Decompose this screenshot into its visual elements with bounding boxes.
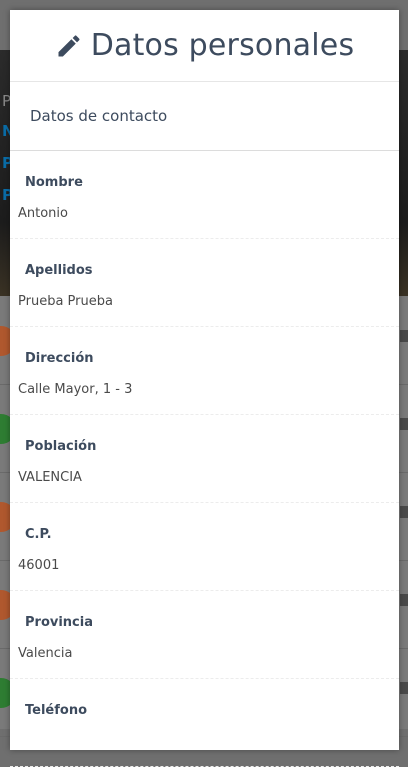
field-label: Apellidos xyxy=(25,263,93,278)
field-cp: C.P. 46001 xyxy=(10,503,399,591)
field-value: Valencia xyxy=(18,646,73,661)
field-provincia: Provincia Valencia xyxy=(10,591,399,679)
field-value: Antonio xyxy=(18,206,68,221)
modal-title: Datos personales xyxy=(90,28,355,63)
field-label: C.P. xyxy=(25,527,52,542)
field-label: Nombre xyxy=(25,175,83,190)
field-direccion: Dirección Calle Mayor, 1 - 3 xyxy=(10,327,399,415)
personal-data-modal: Datos personales Datos de contacto Nombr… xyxy=(10,10,399,767)
field-poblacion: Población VALENCIA xyxy=(10,415,399,503)
field-label: Dirección xyxy=(25,351,94,366)
field-label: Provincia xyxy=(25,615,93,630)
field-telefono: Teléfono xyxy=(10,679,399,767)
field-label: Teléfono xyxy=(25,703,88,718)
modal-header: Datos personales xyxy=(10,10,399,82)
field-value: VALENCIA xyxy=(18,470,82,485)
field-nombre: Nombre Antonio xyxy=(10,151,399,239)
field-label: Población xyxy=(25,439,97,454)
field-value: Calle Mayor, 1 - 3 xyxy=(18,382,133,397)
field-value: Prueba Prueba xyxy=(18,294,113,309)
field-apellidos: Apellidos Prueba Prueba xyxy=(10,239,399,327)
section-title: Datos de contacto xyxy=(10,82,399,151)
field-value: 46001 xyxy=(18,558,60,573)
pencil-icon xyxy=(58,34,80,56)
